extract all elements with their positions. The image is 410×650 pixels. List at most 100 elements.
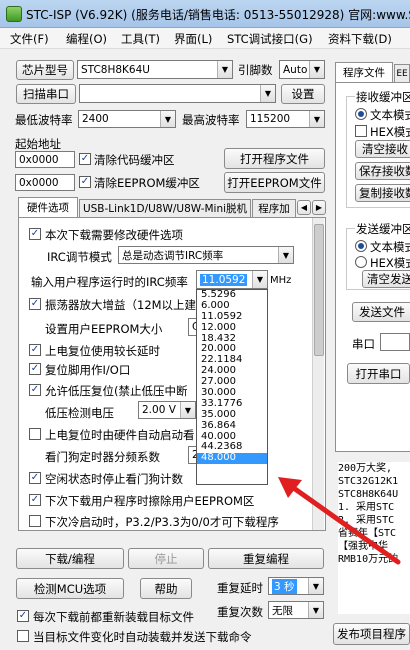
send-buffer-label: 发送缓冲区: [355, 221, 410, 237]
serial-port-label: 串口: [352, 337, 375, 351]
cold-start-checkbox[interactable]: [29, 515, 41, 527]
irc-freq-value: 11.0592: [200, 273, 248, 286]
osc-gain-checkbox[interactable]: ✓: [29, 298, 41, 310]
chevron-down-icon: ▼: [160, 111, 175, 127]
power-delay-label: 上电复位使用较长延时: [45, 344, 160, 358]
scrollbar-thumb[interactable]: [314, 224, 324, 356]
erase-eeprom-checkbox[interactable]: ✓: [29, 494, 41, 506]
chip-model-select[interactable]: STC8H8K64U ▼: [77, 60, 233, 79]
reset-io-checkbox[interactable]: ✓: [29, 363, 41, 375]
repeat-count-select[interactable]: 无限 ▼: [268, 601, 324, 619]
recv-hex-label: HEX模式: [370, 125, 410, 139]
chip-model-value: STC8H8K64U: [81, 63, 150, 76]
arrow-shaft: [285, 481, 401, 565]
tab-program-file[interactable]: 程序文件: [335, 62, 393, 82]
port-select[interactable]: ▼: [79, 84, 276, 103]
irc-mode-value: 总是动态调节IRC频率: [122, 249, 224, 262]
send-text-radio[interactable]: [355, 240, 367, 252]
idle-wdt-checkbox[interactable]: ✓: [29, 472, 41, 484]
irc-freq-select[interactable]: 11.0592 ▼: [196, 270, 268, 289]
pin-count-label: 引脚数: [238, 63, 273, 77]
scan-port-button[interactable]: 扫描串口: [16, 84, 76, 104]
menu-program[interactable]: 编程(O): [66, 31, 107, 47]
red-arrow-annotation: [278, 477, 401, 565]
serial-port-select[interactable]: [380, 333, 410, 351]
check-mcu-button[interactable]: 检测MCU选项: [16, 578, 124, 599]
settings-button[interactable]: 设置: [281, 84, 325, 104]
clear-send-button[interactable]: 清空发送: [362, 270, 410, 288]
irc-freq-option[interactable]: 36.864: [197, 420, 267, 432]
tab-scroll-right-button[interactable]: ▶: [312, 200, 326, 215]
menu-file[interactable]: 文件(F): [10, 31, 49, 47]
idle-wdt-label: 空闲状态时停止看门狗计数: [45, 472, 183, 486]
reload-each-label: 每次下载前都重新装载目标文件: [33, 610, 194, 624]
code-address-input[interactable]: 0x0000: [15, 151, 75, 168]
irc-freq-option[interactable]: 12.000: [197, 322, 267, 334]
clear-recv-button[interactable]: 清空接收: [355, 140, 410, 158]
auto-send-label: 当目标文件变化时自动装载并发送下载命令: [33, 630, 252, 644]
stop-button[interactable]: 停止: [128, 548, 204, 569]
copy-recv-button[interactable]: 复制接收数: [355, 184, 410, 202]
help-button[interactable]: 帮助: [140, 578, 192, 599]
irc-mode-label: IRC调节模式: [47, 250, 112, 264]
recv-hex-checkbox[interactable]: [355, 125, 367, 137]
hw-wdt-checkbox[interactable]: [29, 428, 41, 440]
chevron-down-icon: ▼: [308, 602, 323, 618]
publish-project-button[interactable]: 发布项目程序: [333, 623, 410, 645]
send-file-button[interactable]: 发送文件: [352, 302, 410, 322]
window-title: STC-ISP (V6.92K) (服务电话/销售电话: 0513-550129…: [26, 8, 410, 22]
clear-code-checkbox[interactable]: ✓: [79, 153, 91, 165]
chevron-down-icon: ▼: [217, 61, 232, 78]
cold-start-label: 下次冷启动时，P3.2/P3.3为0/0才可下载程序: [45, 515, 279, 529]
chip-model-button[interactable]: 芯片型号: [16, 60, 74, 80]
auto-send-checkbox[interactable]: [17, 630, 29, 642]
lv-voltage-value: 2.00 V: [142, 404, 176, 416]
send-hex-radio[interactable]: [355, 256, 367, 268]
save-recv-button[interactable]: 保存接收数: [355, 162, 410, 180]
send-hex-label: HEX模式: [370, 256, 410, 270]
max-baud-select[interactable]: 115200 ▼: [246, 110, 325, 128]
low-voltage-label: 允许低压复位(禁止低压中断: [45, 384, 188, 398]
wdt-div-label: 看门狗定时器分频系数: [45, 450, 160, 464]
tab-program-encrypt[interactable]: 程序加: [252, 199, 296, 217]
eeprom-address-input[interactable]: 0x0000: [15, 174, 75, 191]
reload-each-checkbox[interactable]: ✓: [17, 610, 29, 622]
pin-count-select[interactable]: Auto ▼: [279, 60, 325, 79]
recv-text-radio[interactable]: [355, 108, 367, 120]
irc-mode-select[interactable]: 总是动态调节IRC频率 ▼: [118, 246, 294, 264]
open-program-file-button[interactable]: 打开程序文件: [224, 148, 325, 169]
irc-freq-dropdown-list: 5.5296 6.000 11.0592 12.000 18.432 20.000 22.1…: [196, 289, 268, 485]
chevron-down-icon: ▼: [309, 111, 324, 127]
min-baud-select[interactable]: 2400 ▼: [78, 110, 176, 128]
open-port-button[interactable]: 打开串口: [347, 363, 410, 384]
pin-count-value: Auto: [283, 63, 308, 76]
power-delay-checkbox[interactable]: ✓: [29, 344, 41, 356]
clear-eeprom-label: 清除EEPROM缓冲区: [94, 176, 200, 190]
recv-text-label: 文本模式: [370, 108, 410, 122]
modify-hw-checkbox[interactable]: ✓: [29, 228, 41, 240]
clear-code-label: 清除代码缓冲区: [94, 153, 175, 167]
download-program-button[interactable]: 下载/编程: [16, 548, 124, 569]
modify-hw-label: 本次下载需要修改硬件选项: [45, 228, 183, 242]
tab-usb-link-offline[interactable]: USB-Link1D/U8W/U8W-Mini脱机: [79, 199, 251, 217]
lv-voltage-select[interactable]: 2.00 V ▼: [138, 401, 196, 419]
irc-freq-option[interactable]: 48.000: [197, 452, 267, 465]
app-icon: [6, 6, 22, 22]
tab-eeprom-file[interactable]: EE: [394, 64, 410, 82]
repeat-delay-value: 3 秒: [272, 578, 297, 594]
recv-buffer-label: 接收缓冲区: [355, 89, 410, 105]
repeat-count-value: 无限: [272, 604, 293, 617]
low-voltage-checkbox[interactable]: ✓: [29, 384, 41, 396]
clear-eeprom-checkbox[interactable]: ✓: [79, 176, 91, 188]
menu-downloads[interactable]: 资料下载(D): [328, 31, 392, 47]
menu-tools[interactable]: 工具(T): [121, 31, 160, 47]
menu-stc-debug[interactable]: STC调试接口(G): [227, 31, 313, 47]
arrow-head: [278, 477, 302, 498]
open-eeprom-file-button[interactable]: 打开EEPROM文件: [224, 172, 325, 193]
irc-freq-unit: MHz: [270, 275, 292, 286]
tab-scroll-left-button[interactable]: ◀: [297, 200, 311, 215]
tab-hardware-options[interactable]: 硬件选项: [18, 197, 78, 217]
menu-interface[interactable]: 界面(L): [174, 31, 212, 47]
max-baud-label: 最高波特率: [182, 113, 240, 127]
chevron-down-icon: ▼: [308, 578, 323, 594]
